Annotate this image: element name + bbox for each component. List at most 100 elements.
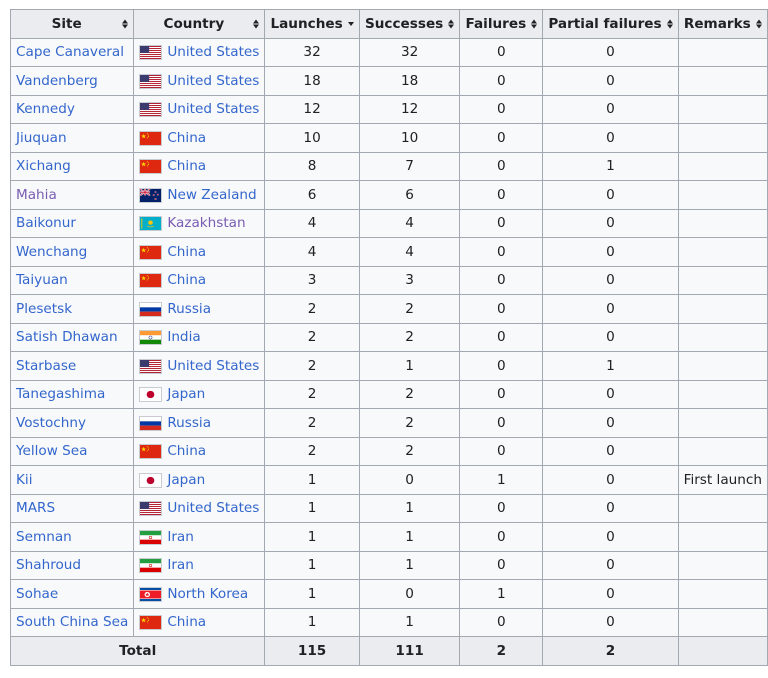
site-link[interactable]: Mahia (16, 187, 57, 203)
site-link[interactable]: Xichang (16, 158, 71, 174)
country-link[interactable]: India (167, 329, 200, 345)
us-flag-icon (139, 358, 163, 374)
partial-failures-cell: 0 (542, 436, 679, 466)
column-header-failures[interactable]: Failures (459, 9, 544, 39)
launches-cell: 2 (264, 294, 360, 324)
column-header-remarks[interactable]: Remarks (677, 9, 768, 39)
remarks-cell (677, 94, 768, 124)
partial-failures-cell: 0 (542, 579, 679, 609)
site-cell: MARS (9, 493, 135, 523)
site-link[interactable]: Wenchang (16, 244, 87, 260)
site-link[interactable]: Vandenberg (16, 73, 98, 89)
country-cell: United States (133, 351, 266, 381)
column-header-label: Partial failures (548, 15, 662, 32)
launches-cell: 4 (264, 237, 360, 267)
successes-cell: 0 (358, 579, 461, 609)
failures-cell: 0 (459, 37, 544, 67)
country-link[interactable]: China (167, 614, 206, 630)
table-row: Baikonur Kazakhstan 4 4 0 0 (9, 208, 768, 238)
launch-sites-table: Site Country Launches Successes Failures… (9, 9, 768, 666)
country-link[interactable]: China (167, 443, 206, 459)
failures-cell: 0 (459, 265, 544, 295)
failures-cell: 0 (459, 493, 544, 523)
failures-cell: 0 (459, 408, 544, 438)
site-cell: Shahroud (9, 550, 135, 580)
country-link[interactable]: United States (167, 73, 259, 89)
successes-cell: 2 (358, 379, 461, 409)
country-link[interactable]: North Korea (167, 586, 248, 602)
country-link[interactable]: Iran (167, 529, 194, 545)
column-header-label: Country (163, 15, 225, 32)
country-link[interactable]: Japan (167, 472, 205, 488)
country-link[interactable]: United States (167, 500, 259, 516)
partial-failures-cell: 0 (542, 265, 679, 295)
partial-failures-cell: 0 (542, 522, 679, 552)
us-flag-icon (139, 45, 163, 61)
country-link[interactable]: China (167, 244, 206, 260)
site-link[interactable]: Starbase (16, 358, 76, 374)
remarks-cell (677, 379, 768, 409)
column-header-site[interactable]: Site (9, 9, 135, 39)
china-flag-icon (139, 130, 163, 146)
partial-failures-cell: 0 (542, 66, 679, 96)
launches-cell: 2 (264, 436, 360, 466)
site-link[interactable]: Kii (16, 472, 32, 488)
site-link[interactable]: Semnan (16, 529, 72, 545)
total-partial-failures: 2 (542, 636, 679, 666)
site-link[interactable]: South China Sea (16, 614, 128, 630)
failures-cell: 1 (459, 465, 544, 495)
iran-flag-icon (139, 529, 163, 545)
japan-flag-icon (139, 387, 163, 403)
site-link[interactable]: Yellow Sea (16, 443, 88, 459)
site-link[interactable]: Plesetsk (16, 301, 72, 317)
remarks-cell (677, 151, 768, 181)
table-row: Kii Japan 1 0 1 0 First launch (9, 465, 768, 495)
country-link[interactable]: United States (167, 101, 259, 117)
country-cell: United States (133, 493, 266, 523)
site-link[interactable]: Taiyuan (16, 272, 68, 288)
site-link[interactable]: Sohae (16, 586, 58, 602)
partial-failures-cell: 0 (542, 37, 679, 67)
successes-cell: 10 (358, 123, 461, 153)
kazakhstan-flag-icon (139, 216, 163, 232)
launches-cell: 10 (264, 123, 360, 153)
country-link[interactable]: China (167, 158, 206, 174)
column-header-country[interactable]: Country (133, 9, 266, 39)
country-link[interactable]: China (167, 272, 206, 288)
country-link[interactable]: China (167, 130, 206, 146)
remarks-cell (677, 550, 768, 580)
china-flag-icon (139, 444, 163, 460)
site-link[interactable]: Cape Canaveral (16, 44, 124, 60)
country-link[interactable]: United States (167, 358, 259, 374)
site-link[interactable]: Baikonur (16, 215, 76, 231)
country-cell: Kazakhstan (133, 208, 266, 238)
country-link[interactable]: Japan (167, 386, 205, 402)
country-link[interactable]: Kazakhstan (167, 215, 245, 231)
launches-cell: 8 (264, 151, 360, 181)
country-cell: China (133, 265, 266, 295)
site-link[interactable]: Kennedy (16, 101, 75, 117)
russia-flag-icon (139, 415, 163, 431)
site-link[interactable]: Jiuquan (16, 130, 67, 146)
site-link[interactable]: Vostochny (16, 415, 86, 431)
country-link[interactable]: New Zealand (167, 187, 256, 203)
russia-flag-icon (139, 301, 163, 317)
successes-cell: 18 (358, 66, 461, 96)
successes-cell: 2 (358, 436, 461, 466)
site-cell: Semnan (9, 522, 135, 552)
country-link[interactable]: Russia (167, 415, 211, 431)
country-link[interactable]: Iran (167, 557, 194, 573)
site-link[interactable]: Shahroud (16, 557, 81, 573)
site-link[interactable]: MARS (16, 500, 55, 516)
column-header-label: Launches (270, 15, 343, 32)
sort-icon (666, 19, 673, 29)
country-link[interactable]: United States (167, 44, 259, 60)
column-header-successes[interactable]: Successes (358, 9, 461, 39)
site-link[interactable]: Tanegashima (16, 386, 105, 402)
successes-cell: 4 (358, 237, 461, 267)
column-header-launches[interactable]: Launches (264, 9, 360, 39)
site-link[interactable]: Satish Dhawan (16, 329, 118, 345)
column-header-partial-failures[interactable]: Partial failures (542, 9, 679, 39)
successes-cell: 6 (358, 180, 461, 210)
country-link[interactable]: Russia (167, 301, 211, 317)
